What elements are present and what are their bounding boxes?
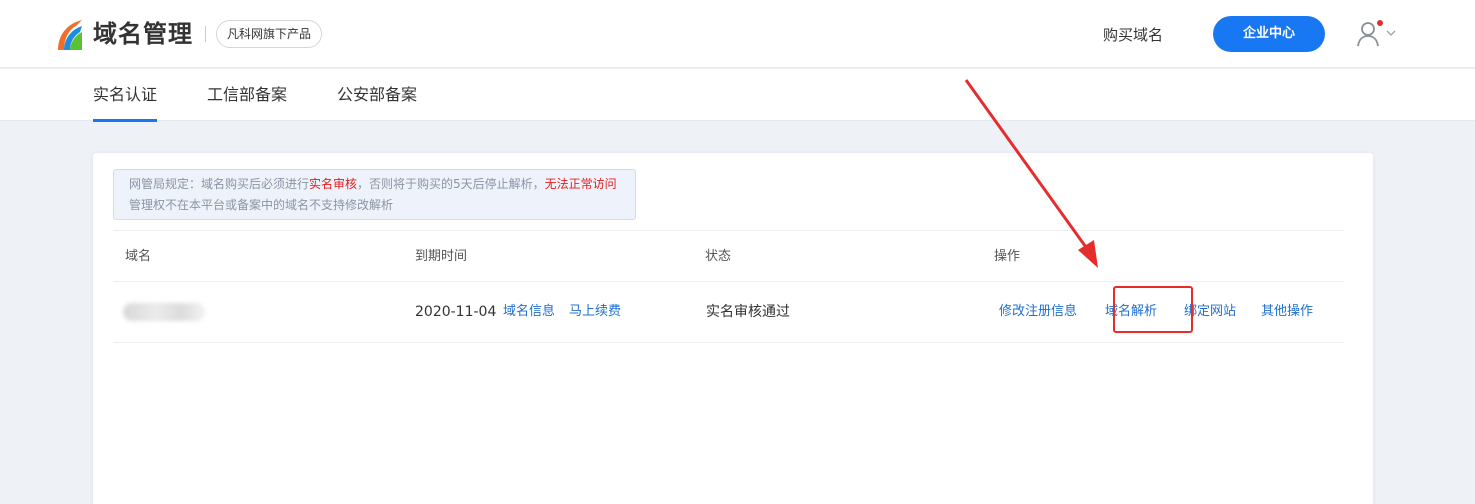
product-badge: 凡科网旗下产品 bbox=[216, 20, 323, 48]
notice-line-1: 网管局规定：域名购买后必须进行实名审核，否则将于购买的5天后停止解析，无法正常访… bbox=[129, 177, 617, 191]
verification-status: 实名审核通过 bbox=[706, 304, 790, 320]
notice-line-2: 管理权不在本平台或备案中的域名不支持修改解析 bbox=[129, 198, 394, 212]
enterprise-center-button[interactable]: 企业中心 bbox=[1213, 16, 1325, 52]
renew-now-link[interactable]: 马上续费 bbox=[569, 303, 621, 321]
logo-text: 域名管理 bbox=[93, 20, 193, 48]
notification-dot bbox=[1377, 20, 1383, 26]
chevron-down-icon[interactable] bbox=[1386, 29, 1396, 37]
edit-registration-link[interactable]: 修改注册信息 bbox=[999, 303, 1077, 321]
table-header: 域名 到期时间 状态 操作 bbox=[113, 230, 1344, 282]
notice-box: 网管局规定：域名购买后必须进行实名审核，否则将于购买的5天后停止解析，无法正常访… bbox=[113, 169, 636, 220]
tab-real-name[interactable]: 实名认证 bbox=[93, 84, 158, 122]
column-expiry: 到期时间 bbox=[415, 249, 468, 264]
highlight-box bbox=[1113, 286, 1193, 333]
expiry-date: 2020-11-04 bbox=[415, 304, 497, 320]
column-domain: 域名 bbox=[125, 249, 152, 264]
domain-info-link[interactable]: 域名信息 bbox=[503, 303, 555, 321]
buy-domain-link[interactable]: 购买域名 bbox=[1103, 24, 1163, 46]
notice-highlight-verify: 实名审核 bbox=[309, 177, 358, 191]
domain-list-card: 网管局规定：域名购买后必须进行实名审核，否则将于购买的5天后停止解析，无法正常访… bbox=[93, 153, 1373, 504]
tab-police-filing[interactable]: 公安部备案 bbox=[337, 84, 417, 106]
column-actions: 操作 bbox=[994, 249, 1021, 264]
column-status: 状态 bbox=[705, 249, 732, 264]
blurred-domain-name bbox=[123, 303, 205, 321]
logo-divider bbox=[205, 26, 206, 42]
notice-highlight-access: 无法正常访问 bbox=[544, 177, 617, 191]
sub-navigation: 实名认证 工信部备案 公安部备案 bbox=[0, 69, 1475, 122]
table-row: 2020-11-04 域名信息 马上续费 实名审核通过 修改注册信息 域名解析 … bbox=[113, 282, 1344, 343]
top-header: 域名管理 凡科网旗下产品 购买域名 企业中心 bbox=[0, 0, 1475, 68]
tab-miit-filing[interactable]: 工信部备案 bbox=[207, 84, 287, 106]
other-actions-link[interactable]: 其他操作 bbox=[1261, 303, 1313, 321]
logo-icon bbox=[58, 20, 82, 50]
